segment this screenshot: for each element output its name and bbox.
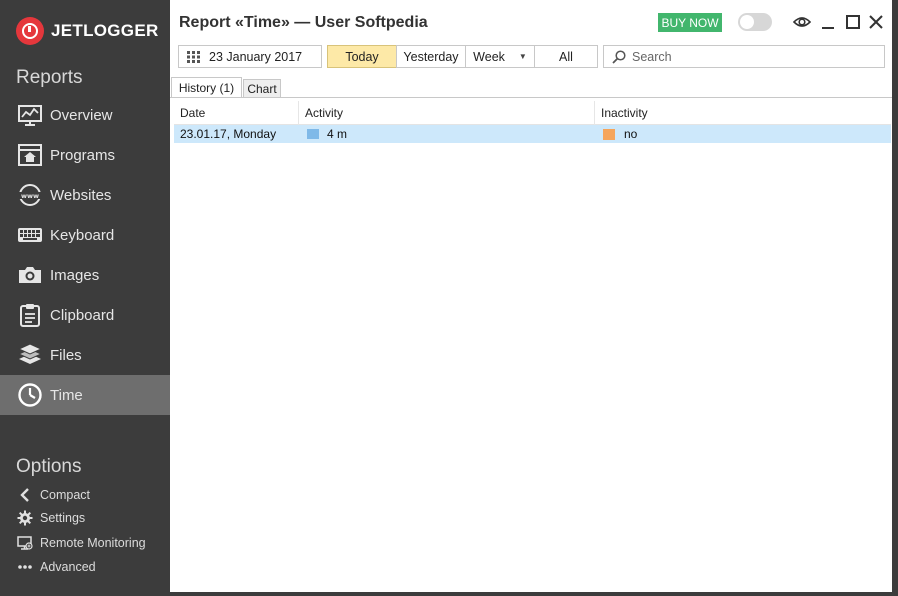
chevron-down-icon: ▼ <box>518 52 527 61</box>
option-label: Remote Monitoring <box>40 536 146 550</box>
main-panel: Report «Time» — User Softpedia BUY NOW 2… <box>170 0 898 596</box>
range-today-button[interactable]: Today <box>327 45 397 68</box>
column-header-activity[interactable]: Activity <box>299 100 595 125</box>
chevron-left-icon <box>16 486 34 504</box>
tab-chart[interactable]: Chart <box>243 79 281 98</box>
sidebar-item-time[interactable]: Time <box>0 375 170 415</box>
monitoring-toggle[interactable] <box>738 13 772 31</box>
minimize-button[interactable] <box>817 12 839 32</box>
more-dots-icon <box>16 558 34 576</box>
tab-history[interactable]: History (1) <box>171 77 242 98</box>
options-section-title: Options <box>16 456 82 477</box>
option-label: Compact <box>40 488 91 502</box>
sidebar-item-clipboard[interactable]: Clipboard <box>0 295 170 335</box>
cell-date: 23.01.17, Monday <box>180 127 277 141</box>
date-value: 23 January 2017 <box>209 49 303 64</box>
tab-divider <box>170 97 892 98</box>
sidebar-item-label: Images <box>50 266 100 284</box>
sidebar-item-label: Overview <box>50 106 113 124</box>
websites-icon: www <box>16 182 44 208</box>
close-button[interactable] <box>865 12 887 32</box>
option-compact[interactable]: Compact <box>16 486 90 504</box>
clipboard-icon <box>16 302 44 328</box>
buy-now-button[interactable]: BUY NOW <box>658 13 722 32</box>
range-all-button[interactable]: All <box>534 45 598 68</box>
activity-bar <box>307 129 319 139</box>
calendar-icon <box>187 50 200 63</box>
sidebar-item-keyboard[interactable]: Keyboard <box>0 215 170 255</box>
app-logo: JETLOGGER <box>16 17 159 45</box>
search-box <box>603 45 885 68</box>
sidebar-item-label: Keyboard <box>50 226 115 244</box>
overview-icon <box>16 102 44 128</box>
option-label: Settings <box>40 511 86 525</box>
sidebar-item-overview[interactable]: Overview <box>0 95 170 135</box>
sidebar-item-files[interactable]: Files <box>0 335 170 375</box>
inactivity-bar <box>603 128 615 140</box>
sidebar-item-label: Clipboard <box>50 306 115 324</box>
svg-text:www: www <box>21 192 39 200</box>
camera-icon <box>16 262 44 288</box>
jetlogger-logo-icon <box>16 17 44 45</box>
sidebar-item-label: Websites <box>50 186 112 204</box>
sidebar: JETLOGGER Reports Overview Programs www … <box>0 0 170 596</box>
eye-icon[interactable] <box>791 12 813 32</box>
files-icon <box>16 342 44 368</box>
programs-icon <box>16 142 44 168</box>
history-table: Date Activity Inactivity 23.01.17, Monda… <box>174 100 891 143</box>
table-row[interactable]: 23.01.17, Monday 4 m no <box>174 125 891 143</box>
date-picker[interactable]: 23 January 2017 <box>178 45 322 68</box>
search-icon <box>612 49 626 64</box>
remote-monitoring-icon <box>16 534 34 552</box>
cell-activity: 4 m <box>299 125 595 143</box>
sidebar-item-label: Files <box>50 346 82 364</box>
reports-section-title: Reports <box>16 67 83 88</box>
gear-icon <box>16 509 34 527</box>
option-label: Advanced <box>40 560 96 574</box>
page-title: Report «Time» — User Softpedia <box>179 14 428 31</box>
column-header-inactivity[interactable]: Inactivity <box>595 101 891 125</box>
sidebar-item-images[interactable]: Images <box>0 255 170 295</box>
range-week-dropdown[interactable]: Week ▼ <box>465 45 535 68</box>
option-advanced[interactable]: Advanced <box>16 558 96 576</box>
sidebar-item-label: Programs <box>50 146 116 164</box>
cell-inactivity: no <box>595 125 891 143</box>
range-week-label: Week <box>473 49 505 64</box>
sidebar-item-label: Time <box>50 386 83 404</box>
table-header: Date Activity Inactivity <box>174 100 891 125</box>
sidebar-item-websites[interactable]: www Websites <box>0 175 170 215</box>
keyboard-icon <box>16 222 44 248</box>
sidebar-item-programs[interactable]: Programs <box>0 135 170 175</box>
inactivity-value: no <box>624 127 638 141</box>
activity-value: 4 m <box>327 127 348 141</box>
option-settings[interactable]: Settings <box>16 509 85 527</box>
maximize-button[interactable] <box>842 12 864 32</box>
column-header-date[interactable]: Date <box>174 100 299 125</box>
range-yesterday-button[interactable]: Yesterday <box>396 45 466 68</box>
logo-text: JETLOGGER <box>51 21 159 40</box>
search-input[interactable] <box>632 49 872 64</box>
clock-icon <box>16 382 44 408</box>
option-remote-monitoring[interactable]: Remote Monitoring <box>16 534 146 552</box>
